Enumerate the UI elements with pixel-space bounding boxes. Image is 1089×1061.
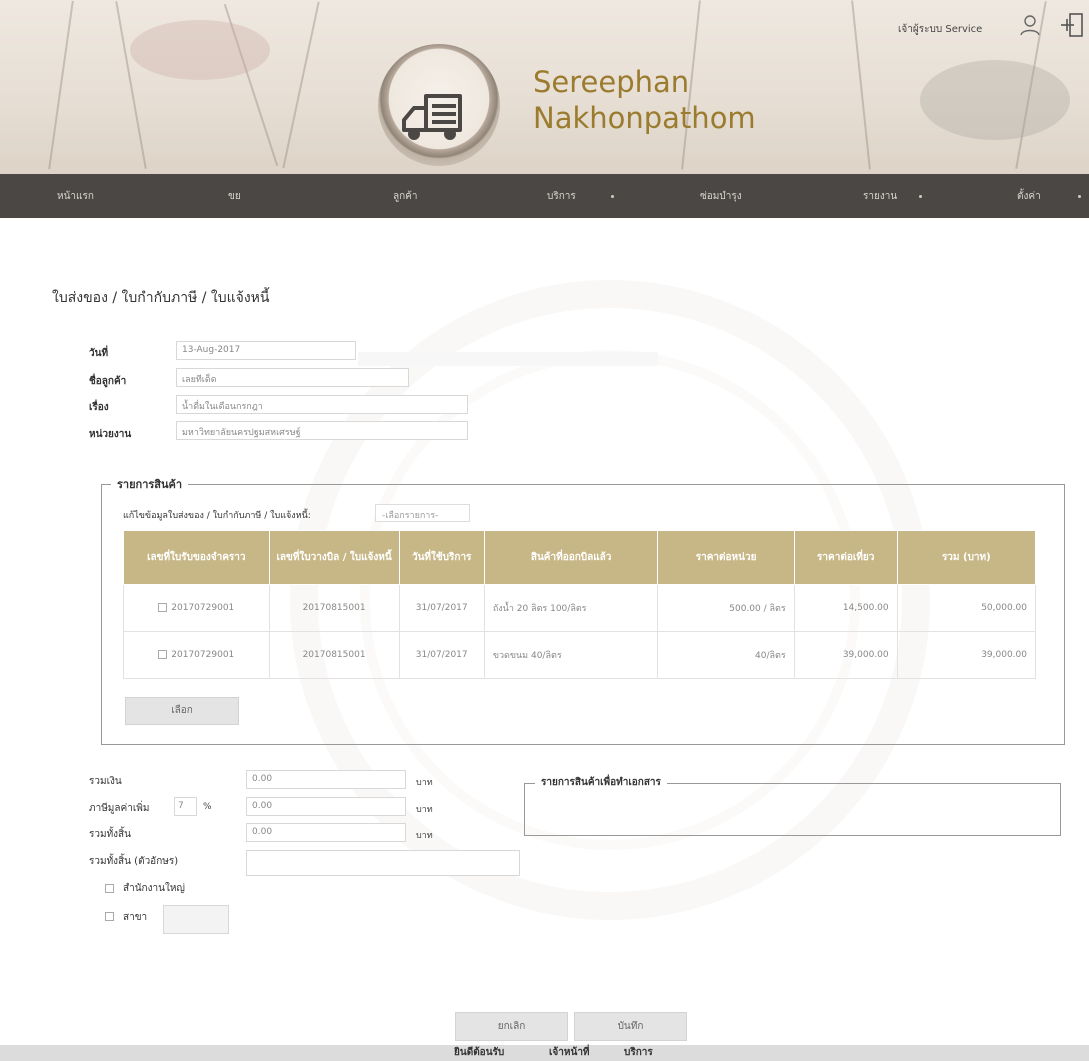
main-nav: หน้าแรก ขย ลูกค้า บริการ ซ่อมบำรุง รายงา…: [0, 174, 1089, 218]
date-label: วันที่: [89, 348, 109, 359]
grand-total-unit: บาท: [416, 831, 433, 841]
row-checkbox[interactable]: [158, 603, 168, 612]
user-label: เจ้าผู้ระบบ Service: [898, 24, 983, 35]
nav-item-maintenance[interactable]: ซ่อมบำรุง: [700, 189, 742, 204]
customer-field[interactable]: เลยทีเด็ด: [176, 368, 409, 387]
table-row: 20170729001 20170815001 31/07/2017 ถังน้…: [123, 584, 1037, 632]
nav-item-settings[interactable]: ตั้งค่า: [1017, 189, 1041, 204]
vat-rate-field[interactable]: 7: [174, 797, 197, 816]
nav-item-reports[interactable]: รายงาน: [863, 189, 897, 204]
vat-label: ภาษีมูลค่าเพิ่ม: [89, 803, 150, 814]
decor-stem: [282, 1, 320, 169]
decor-stem: [851, 0, 871, 170]
row-receipt-cell[interactable]: 20170729001: [123, 631, 270, 679]
row-trip-price: 14,500.00: [793, 584, 898, 632]
footer-bar: ยินดีต้อนรับ เจ้าหน้าที่ บริการ: [0, 1045, 1089, 1061]
col-invoice-no: เลขที่ใบวางบิล / ใบแจ้งหนี้: [268, 530, 400, 585]
product-fieldset-legend: รายการสินค้า: [111, 475, 189, 493]
footer-staff[interactable]: เจ้าหน้าที่: [549, 1045, 590, 1060]
cancel-button[interactable]: ยกเลิก: [455, 1012, 568, 1041]
grand-total-text-field[interactable]: [246, 850, 520, 876]
save-button[interactable]: บันทึก: [574, 1012, 687, 1041]
nav-dropdown-dot: [611, 195, 614, 198]
row-checkbox[interactable]: [158, 650, 168, 659]
row-receipt-cell[interactable]: 20170729001: [123, 584, 270, 632]
row-receipt-no: 20170729001: [171, 603, 235, 613]
brand-line-1: Sereephan: [533, 65, 690, 99]
decor-flower: [920, 60, 1070, 140]
col-receipt-no: เลขที่ใบรับของจำคราว: [123, 530, 270, 585]
decor-stem: [48, 0, 74, 170]
row-total: 50,000.00: [896, 584, 1037, 632]
subject-label: เรื่อง: [89, 402, 109, 413]
doc-items-legend: รายการสินค้าเพื่อทำเอกสาร: [535, 775, 667, 790]
subtotal-field[interactable]: 0.00: [246, 770, 406, 789]
col-total: รวม (บาท): [896, 530, 1037, 585]
row-product: ขวดขนม 40/ลิตร: [483, 631, 659, 679]
nav-item-2[interactable]: ขย: [228, 189, 241, 204]
subtotal-unit: บาท: [416, 778, 433, 788]
row-unit-price: 40/ลิตร: [657, 631, 795, 679]
select-button[interactable]: เลือก: [125, 697, 239, 725]
footer-services[interactable]: บริการ: [624, 1045, 653, 1060]
row-unit-price: 500.00 / ลิตร: [657, 584, 795, 632]
doc-items-fieldset: [524, 783, 1061, 836]
nav-item-home[interactable]: หน้าแรก: [57, 189, 94, 204]
subtotal-label: รวมเงิน: [89, 776, 122, 787]
table-header-row: เลขที่ใบรับของจำคราว เลขที่ใบวางบิล / ใบ…: [123, 530, 1037, 585]
row-total: 39,000.00: [896, 631, 1037, 679]
branch-checkbox[interactable]: [105, 912, 114, 921]
items-table: เลขที่ใบรับของจำคราว เลขที่ใบวางบิล / ใบ…: [123, 530, 1037, 679]
row-trip-price: 39,000.00: [793, 631, 898, 679]
subject-field[interactable]: น้ำดื่มในเดือนกรกฎา: [176, 395, 468, 414]
customer-label: ชื่อลูกค้า: [89, 376, 127, 387]
col-service-date: วันที่ใช้บริการ: [398, 530, 485, 585]
document-select[interactable]: -เลือกรายการ-: [375, 504, 470, 522]
row-product: ถังน้ำ 20 ลิตร 100/ลิตร: [483, 584, 659, 632]
decor-flower: [130, 20, 270, 80]
branch-label: สาขา: [123, 912, 148, 923]
col-unit-price: ราคาต่อหน่วย: [657, 530, 795, 585]
grand-total-text-label: รวมทั้งสิ้น (ตัวอักษร): [89, 856, 179, 867]
edit-document-label: แก้ไขข้อมูลใบส่งของ / ใบกำกับภาษี / ใบแจ…: [123, 511, 311, 521]
header-banner: Sereephan Nakhonpathom เจ้าผู้ระบบ Servi…: [0, 0, 1089, 174]
row-service-date: 31/07/2017: [398, 631, 485, 679]
nav-dropdown-dot: [919, 195, 922, 198]
agency-field[interactable]: มหาวิทยาลัยนครปฐมสหเศรษฐ์: [176, 421, 468, 440]
agency-label: หน่วยงาน: [89, 429, 132, 440]
vat-unit: บาท: [416, 805, 433, 815]
head-office-checkbox[interactable]: [105, 884, 114, 893]
row-receipt-no: 20170729001: [171, 650, 235, 660]
table-row: 20170729001 20170815001 31/07/2017 ขวดขน…: [123, 631, 1037, 679]
user-icon[interactable]: [1019, 14, 1041, 36]
brand-line-2: Nakhonpathom: [533, 101, 756, 135]
grand-total-field[interactable]: 0.00: [246, 823, 406, 842]
col-billed-product: สินค้าที่ออกบิลแล้ว: [483, 530, 659, 585]
date-field-shadow: [358, 352, 658, 366]
page-title: ใบส่งของ / ใบกำกับภาษี / ใบแจ้งหนี้: [52, 290, 270, 306]
col-trip-price: ราคาต่อเที่ยว: [793, 530, 898, 585]
decor-stem: [115, 1, 147, 169]
head-office-label: สำนักงานใหญ่: [123, 883, 185, 894]
footer-welcome: ยินดีต้อนรับ: [454, 1047, 505, 1058]
truck-logo-icon: [402, 94, 462, 140]
row-invoice-no: 20170815001: [268, 631, 400, 679]
grand-total-label: รวมทั้งสิ้น: [89, 829, 131, 840]
branch-field[interactable]: [163, 905, 229, 934]
vat-percent-sign: %: [203, 802, 212, 812]
date-field[interactable]: 13-Aug-2017: [176, 341, 356, 360]
nav-item-services[interactable]: บริการ: [547, 189, 576, 204]
row-invoice-no: 20170815001: [268, 584, 400, 632]
nav-dropdown-dot: [1078, 195, 1081, 198]
nav-item-customers[interactable]: ลูกค้า: [393, 189, 418, 204]
vat-field[interactable]: 0.00: [246, 797, 406, 816]
logout-icon[interactable]: [1060, 12, 1084, 38]
row-service-date: 31/07/2017: [398, 584, 485, 632]
brand-name: Sereephan Nakhonpathom: [533, 64, 756, 136]
